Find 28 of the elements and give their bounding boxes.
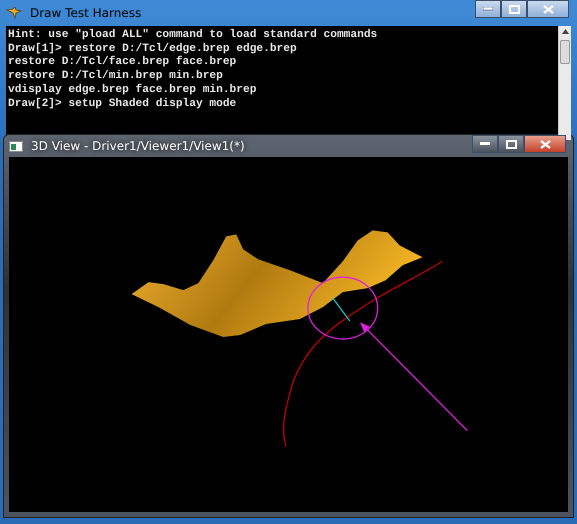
window-title: Draw Test Harness: [30, 5, 142, 22]
up-arrow-icon: [562, 29, 568, 34]
minimize-button[interactable]: [475, 0, 501, 18]
close-icon: [542, 4, 554, 14]
3d-viewport[interactable]: [9, 157, 568, 512]
close-icon: [540, 140, 550, 148]
console-line: Draw[1]> restore D:/Tcl/edge.brep edge.brep: [8, 42, 298, 56]
window-icon: [9, 140, 23, 152]
scrollbar[interactable]: [558, 26, 571, 140]
close-button[interactable]: [527, 0, 569, 18]
maximize-icon: [506, 140, 516, 148]
maximize-button[interactable]: [498, 135, 524, 153]
maximize-button[interactable]: [501, 0, 527, 18]
minimize-icon: [483, 7, 493, 11]
maximize-icon: [508, 4, 520, 14]
window-title: 3D View - Driver1/Viewer1/View1(*): [31, 138, 245, 155]
console-line: Draw[2]> setup Shaded display mode: [8, 98, 238, 112]
minimize-icon: [480, 142, 490, 146]
console-line: Hint: use "pload ALL" command to load standard commands: [8, 29, 378, 42]
app-icon: [6, 7, 22, 19]
circle-marker: [307, 276, 378, 340]
normal-segment: [332, 298, 350, 322]
console-line: restore D:/Tcl/face.brep face.brep: [8, 56, 238, 70]
console-line: vdisplay edge.brep face.brep min.brep: [8, 84, 258, 98]
scrollbar-thumb[interactable]: [560, 40, 570, 64]
close-button[interactable]: [524, 135, 566, 153]
console-line: restore D:/Tcl/min.brep min.brep: [8, 70, 224, 84]
minimize-button[interactable]: [472, 135, 498, 153]
